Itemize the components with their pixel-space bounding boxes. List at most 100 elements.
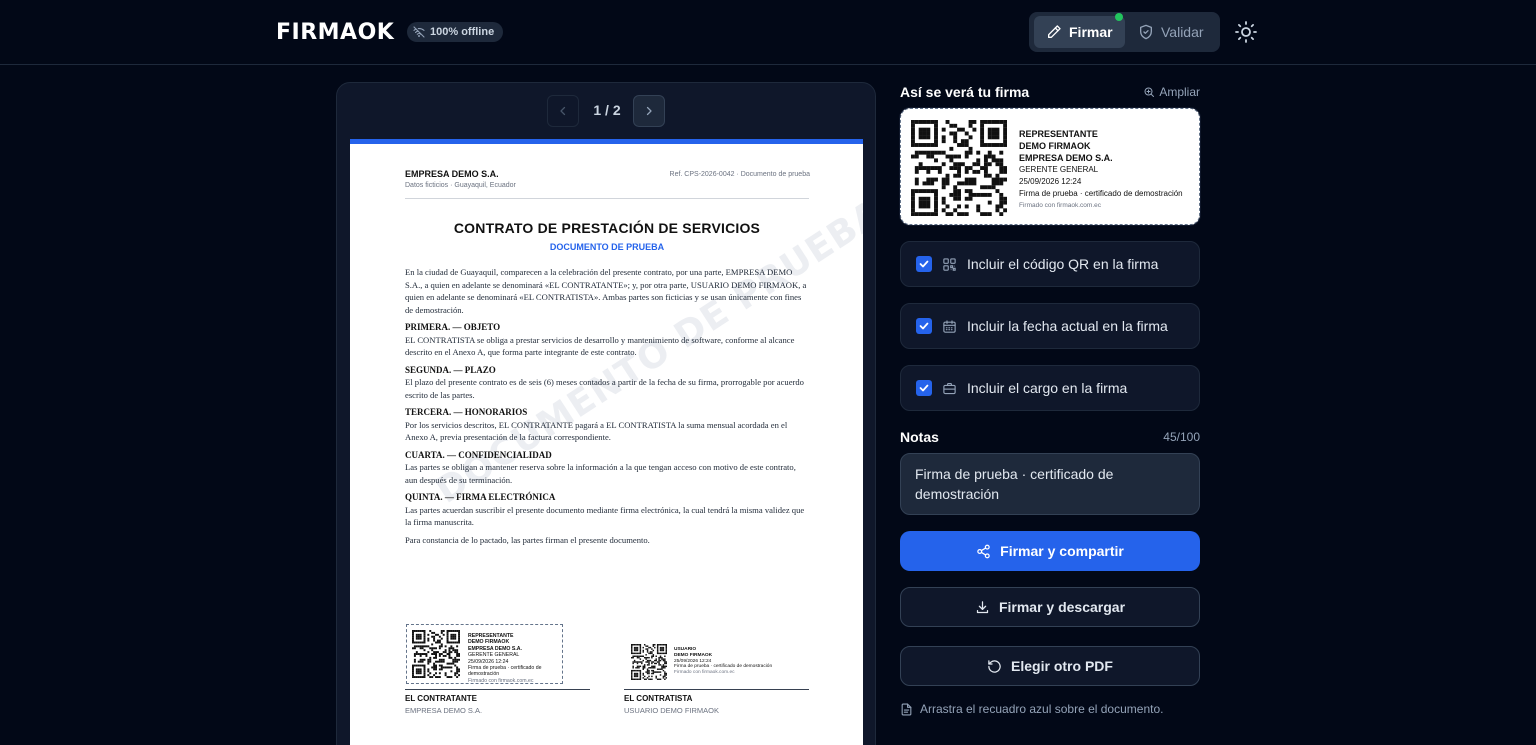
clause-text: Por los servicios descritos, EL CONTRATA… xyxy=(405,419,788,443)
clause-heading: TERCERA. — HONORARIOS xyxy=(405,407,528,417)
clause-heading: SEGUNDA. — PLAZO xyxy=(405,364,496,375)
clause-text: Las partes se obligan a mantener reserva… xyxy=(405,462,796,485)
signature-line xyxy=(624,689,809,690)
tab-firmar[interactable]: Firmar xyxy=(1034,16,1125,48)
wifi-off-icon xyxy=(413,26,425,38)
shield-check-icon xyxy=(1140,24,1152,40)
pdf-page: DOCUMENTO DE PRUEBA EMPRESA DEMO S.A. Da… xyxy=(350,139,863,745)
qr-code-icon xyxy=(911,120,1007,216)
choose-other-pdf-button[interactable]: Elegir otro PDF xyxy=(900,646,1200,686)
file-text-icon xyxy=(901,703,912,715)
offline-badge-label: 100% offline xyxy=(430,26,495,38)
doc-body: En la ciudad de Guayaquil, comparecen a … xyxy=(405,266,809,551)
clause-text: EL CONTRATISTA se obliga a prestar servi… xyxy=(405,334,795,358)
date-checkbox[interactable] xyxy=(916,318,932,334)
check-icon xyxy=(919,384,929,392)
qr-icon xyxy=(943,257,956,271)
drag-hint: Arrastra el recuadro azul sobre el docum… xyxy=(900,702,1163,716)
role-checkbox[interactable] xyxy=(916,380,932,396)
doc-reference: Ref. CPS-2026-0042 · Documento de prueba xyxy=(669,171,810,178)
drag-hint-text: Arrastra el recuadro azul sobre el docum… xyxy=(920,702,1164,716)
sign-and-share-label: Firmar y compartir xyxy=(1000,543,1124,559)
option-include-date[interactable]: Incluir la fecha actual en la firma xyxy=(900,303,1200,349)
signature-stamp-text: REPRESENTANTE DEMO FIRMAOK EMPRESA DEMO … xyxy=(468,633,562,684)
doc-subtitle: DOCUMENTO DE PRUEBA xyxy=(549,242,665,252)
zoom-button[interactable]: Ampliar xyxy=(1143,85,1200,99)
signature-stamp-text: USUARIO DEMO FIRMAOK 25/09/2026 12:24 Fi… xyxy=(674,647,772,676)
qr-checkbox[interactable] xyxy=(916,256,932,272)
doc-company-sub: Datos ficticios · Guayaquil, Ecuador xyxy=(405,182,516,189)
signer-name: EMPRESA DEMO S.A. xyxy=(405,706,483,715)
zoom-label: Ampliar xyxy=(1159,85,1200,99)
signer-name: USUARIO DEMO FIRMAOK xyxy=(624,706,720,715)
rotate-ccw-icon xyxy=(988,659,1001,673)
pen-icon xyxy=(1048,25,1061,38)
zoom-in-icon xyxy=(1144,87,1155,97)
prev-page-button[interactable] xyxy=(547,95,579,127)
sign-and-share-button[interactable]: Firmar y compartir xyxy=(900,531,1200,571)
preview-line: Firmado con firmaok.com.ec xyxy=(1019,202,1101,209)
qr-code-icon xyxy=(631,644,667,680)
share-icon xyxy=(977,544,990,558)
choose-other-pdf-label: Elegir otro PDF xyxy=(1011,658,1113,674)
download-icon xyxy=(976,600,989,613)
preview-line: REPRESENTANTE xyxy=(1019,129,1098,139)
firmaok-logo[interactable]: FIRMAOK xyxy=(276,19,394,45)
chevron-right-icon xyxy=(646,106,652,116)
preview-title: Así se verá tu firma xyxy=(900,84,1030,100)
signature-placement-box[interactable]: REPRESENTANTE DEMO FIRMAOK EMPRESA DEMO … xyxy=(406,624,563,684)
preview-line: EMPRESA DEMO S.A. xyxy=(1019,153,1113,163)
doc-divider xyxy=(405,198,809,199)
preview-line: 25/09/2026 12:24 xyxy=(1019,177,1082,186)
option-include-qr[interactable]: Incluir el código QR en la firma xyxy=(900,241,1200,287)
offline-badge: 100% offline xyxy=(407,22,504,42)
notes-label: Notas xyxy=(900,429,939,445)
option-label: Incluir la fecha actual en la firma xyxy=(967,318,1168,334)
signer-role: EL CONTRATANTE xyxy=(405,694,477,703)
signer-role: EL CONTRATISTA xyxy=(624,694,693,703)
sign-and-download-label: Firmar y descargar xyxy=(998,599,1126,615)
preview-text: REPRESENTANTE DEMO FIRMAOK EMPRESA DEMO … xyxy=(1019,128,1183,212)
option-label: Incluir el cargo en la firma xyxy=(967,380,1128,396)
stamp-line: Firma de prueba · certificado de demostr… xyxy=(468,665,542,678)
clause-heading: PRIMERA. — OBJETO xyxy=(405,322,501,332)
status-dot xyxy=(1115,13,1123,21)
clause-heading: CUARTA. — CONFIDENCIALIDAD xyxy=(405,449,552,460)
doc-intro: En la ciudad de Guayaquil, comparecen a … xyxy=(405,267,807,315)
signature-line xyxy=(405,689,590,690)
notes-char-count: 45/100 xyxy=(1163,430,1200,444)
signature-preview: REPRESENTANTE DEMO FIRMAOK EMPRESA DEMO … xyxy=(899,107,1201,226)
check-icon xyxy=(919,260,929,268)
preview-line: DEMO FIRMAOK xyxy=(1019,141,1091,151)
app-header: FIRMAOK 100% offline Firmar Validar xyxy=(0,0,1536,65)
option-label: Incluir el código QR en la firma xyxy=(967,256,1159,272)
briefcase-icon xyxy=(943,382,956,394)
qr-code-icon xyxy=(412,630,460,678)
logo-text: FIRMAOK xyxy=(276,19,395,45)
tab-validar[interactable]: Validar xyxy=(1126,16,1216,48)
stamp-line: Firmado con firmaok.com.ec xyxy=(674,670,735,676)
next-page-button[interactable] xyxy=(633,95,665,127)
preview-line: Firma de prueba · certificado de demostr… xyxy=(1019,189,1183,198)
tab-validar-label: Validar xyxy=(1161,24,1204,40)
doc-title: CONTRATO DE PRESTACIÓN DE SERVICIOS xyxy=(453,220,761,236)
doc-company: EMPRESA DEMO S.A. xyxy=(405,169,499,179)
clause-text: El plazo del presente contrato es de sei… xyxy=(405,377,804,400)
tab-firmar-label: Firmar xyxy=(1069,24,1113,40)
sun-icon[interactable] xyxy=(1234,20,1258,44)
clause-text: Las partes acuerdan suscribir el present… xyxy=(405,504,805,528)
preview-line: GERENTE GENERAL xyxy=(1019,165,1099,174)
stamp-line: Firmado con firmaok.com.ec xyxy=(468,677,534,684)
chevron-left-icon xyxy=(560,106,566,116)
pdf-viewer: 1 / 2 DOCUMENTO DE PRUEBA EMPRESA DEMO S… xyxy=(336,82,876,745)
clause-heading: QUINTA. — FIRMA ELECTRÓNICA xyxy=(405,492,556,502)
signature-stamp: USUARIO DEMO FIRMAOK 25/09/2026 12:24 Fi… xyxy=(629,642,779,684)
check-icon xyxy=(919,322,929,330)
mode-switch: Firmar Validar xyxy=(1029,12,1220,52)
notes-textarea[interactable] xyxy=(900,453,1200,515)
page-indicator: 1 / 2 xyxy=(593,102,621,118)
sign-and-download-button[interactable]: Firmar y descargar xyxy=(900,587,1200,627)
option-include-role[interactable]: Incluir el cargo en la firma xyxy=(900,365,1200,411)
doc-closing: Para constancia de lo pactado, las parte… xyxy=(405,534,650,545)
calendar-icon xyxy=(943,319,956,333)
